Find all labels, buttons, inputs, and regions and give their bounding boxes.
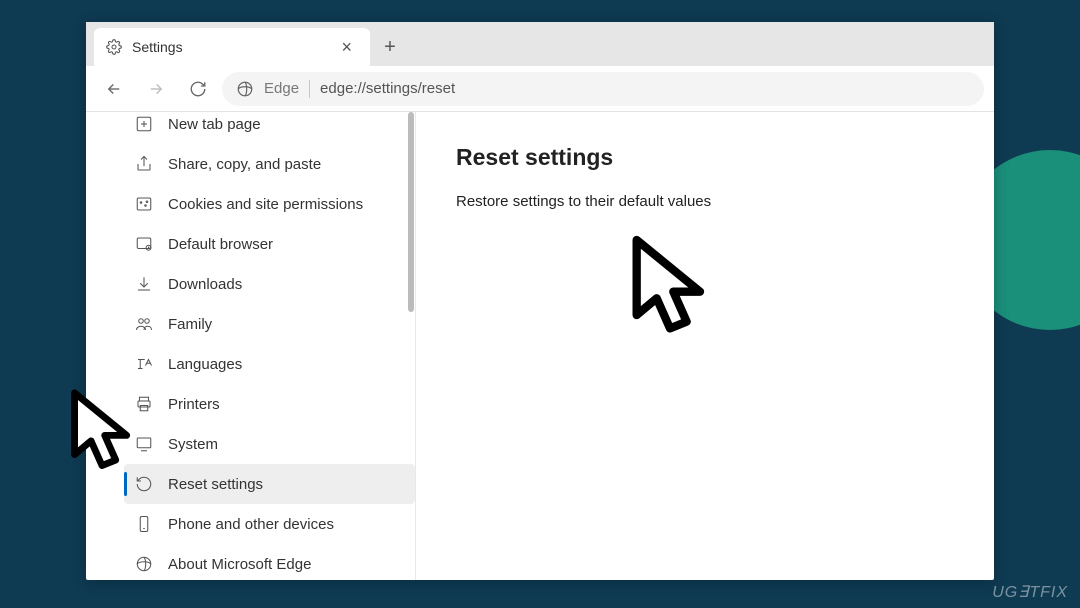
page-title: Reset settings bbox=[456, 144, 954, 171]
cookies-icon bbox=[134, 194, 154, 214]
tab-title: Settings bbox=[132, 39, 183, 55]
sidebar-item-label: About Microsoft Edge bbox=[168, 556, 311, 573]
sidebar-item-edge[interactable]: About Microsoft Edge bbox=[124, 544, 415, 580]
gear-icon bbox=[106, 39, 122, 55]
family-icon bbox=[134, 314, 154, 334]
sidebar-item-label: Phone and other devices bbox=[168, 516, 334, 533]
addr-divider bbox=[309, 80, 310, 98]
sidebar-item-label: Printers bbox=[168, 396, 220, 413]
close-icon[interactable]: × bbox=[335, 35, 358, 60]
sidebar-item-system[interactable]: System bbox=[124, 424, 415, 464]
downloads-icon bbox=[134, 274, 154, 294]
sidebar-item-languages[interactable]: Languages bbox=[124, 344, 415, 384]
sidebar-item-phone[interactable]: Phone and other devices bbox=[124, 504, 415, 544]
sidebar-item-share[interactable]: Share, copy, and paste bbox=[124, 144, 415, 184]
browser-window: Settings × + Edge edge://settings/reset … bbox=[86, 22, 994, 580]
url-text: edge://settings/reset bbox=[320, 80, 455, 97]
sidebar-item-family[interactable]: Family bbox=[124, 304, 415, 344]
settings-main: Reset settings Restore settings to their… bbox=[416, 112, 994, 580]
edge-icon bbox=[134, 554, 154, 574]
edge-label: Edge bbox=[264, 80, 299, 97]
defaultbrowser-icon bbox=[134, 234, 154, 254]
sidebar-item-newtab[interactable]: New tab page bbox=[124, 112, 415, 144]
watermark: UG∃TFIX bbox=[992, 582, 1068, 602]
tab-settings[interactable]: Settings × bbox=[94, 28, 370, 66]
sidebar-item-defaultbrowser[interactable]: Default browser bbox=[124, 224, 415, 264]
sidebar-item-label: Downloads bbox=[168, 276, 242, 293]
sidebar-item-label: Default browser bbox=[168, 236, 273, 253]
sidebar-item-downloads[interactable]: Downloads bbox=[124, 264, 415, 304]
printers-icon bbox=[134, 394, 154, 414]
sidebar-item-label: System bbox=[168, 436, 218, 453]
forward-button[interactable] bbox=[138, 71, 174, 107]
back-button[interactable] bbox=[96, 71, 132, 107]
phone-icon bbox=[134, 514, 154, 534]
settings-sidebar: New tab page Share, copy, and paste Cookie… bbox=[86, 112, 416, 580]
refresh-button[interactable] bbox=[180, 71, 216, 107]
sidebar-item-label: Share, copy, and paste bbox=[168, 156, 321, 173]
sidebar-item-label: Family bbox=[168, 316, 212, 333]
restore-defaults-link[interactable]: Restore settings to their default values bbox=[456, 193, 954, 210]
sidebar-item-label: Cookies and site permissions bbox=[168, 196, 363, 213]
sidebar-item-printers[interactable]: Printers bbox=[124, 384, 415, 424]
sidebar-item-label: Reset settings bbox=[168, 476, 263, 493]
toolbar: Edge edge://settings/reset bbox=[86, 66, 994, 112]
new-tab-button[interactable]: + bbox=[370, 28, 410, 66]
sidebar-item-reset[interactable]: Reset settings bbox=[124, 464, 415, 504]
sidebar-item-label: Languages bbox=[168, 356, 242, 373]
tab-strip: Settings × + bbox=[86, 22, 994, 66]
reset-icon bbox=[134, 474, 154, 494]
content: New tab page Share, copy, and paste Cookie… bbox=[86, 112, 994, 580]
sidebar-item-label: New tab page bbox=[168, 116, 261, 133]
newtab-icon bbox=[134, 114, 154, 134]
address-bar[interactable]: Edge edge://settings/reset bbox=[222, 72, 984, 106]
share-icon bbox=[134, 154, 154, 174]
system-icon bbox=[134, 434, 154, 454]
languages-icon bbox=[134, 354, 154, 374]
edge-icon bbox=[236, 80, 254, 98]
sidebar-item-cookies[interactable]: Cookies and site permissions bbox=[124, 184, 415, 224]
